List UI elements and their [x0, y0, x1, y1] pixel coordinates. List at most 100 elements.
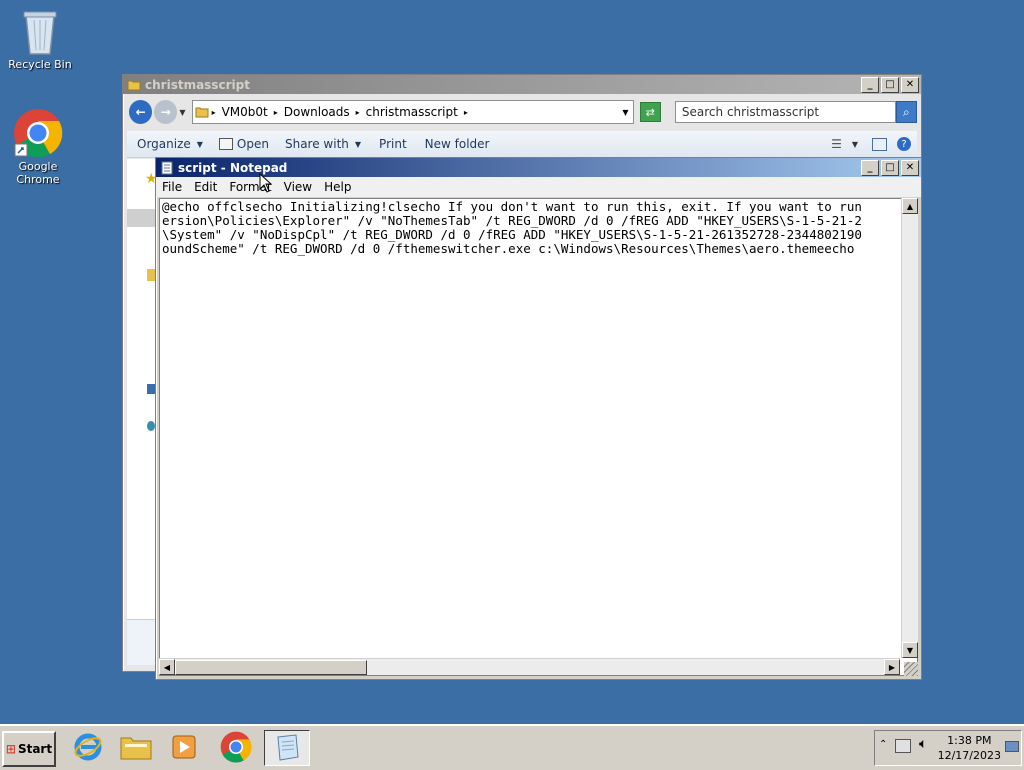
- forward-button[interactable]: →: [154, 100, 178, 124]
- windows-logo-icon: ⊞: [5, 742, 16, 756]
- help-icon[interactable]: ?: [897, 137, 911, 151]
- media-player-icon: [172, 735, 196, 759]
- close-button[interactable]: ✕: [901, 76, 919, 93]
- notepad-icon: [161, 161, 173, 174]
- new-folder-label: New folder: [424, 137, 490, 151]
- scroll-up-button[interactable]: ▲: [902, 198, 918, 214]
- command-bar: Organize ▼ Open Share with ▼ Print New f…: [127, 131, 917, 158]
- breadcrumb-christmasscript[interactable]: christmasscript: [366, 105, 458, 119]
- share-with-label: Share with: [284, 137, 349, 151]
- chrome-icon: [14, 109, 63, 158]
- folder-icon: [195, 107, 209, 118]
- view-options-icon[interactable]: ☰: [831, 137, 842, 151]
- mouse-cursor-icon: [259, 173, 273, 193]
- print-button[interactable]: Print: [379, 137, 407, 151]
- history-dropdown-icon[interactable]: ▼: [179, 108, 185, 117]
- minimize-button[interactable]: _: [861, 159, 879, 176]
- notepad-window[interactable]: script - Notepad _ □ ✕ File Edit Format …: [155, 157, 922, 680]
- close-button[interactable]: ✕: [901, 159, 919, 176]
- search-placeholder: Search christmasscript: [681, 105, 820, 119]
- chevron-right-icon: ▸: [355, 107, 360, 117]
- back-button[interactable]: ←: [129, 100, 153, 124]
- address-bar: ← → ▼ ▸ VM0b0t ▸ Downloads ▸ christmassc…: [127, 95, 917, 129]
- scroll-down-button[interactable]: ▼: [902, 642, 918, 658]
- editor-line: oundScheme" /t REG_DWORD /d 0 /fthemeswi…: [162, 241, 855, 256]
- navigation-pane: ★: [127, 159, 158, 665]
- taskbar-file-explorer[interactable]: [114, 730, 158, 764]
- recycle-bin-desktop-icon[interactable]: Recycle Bin: [0, 6, 80, 71]
- system-tray: ⌃ 🔈︎ 1:38 PM 12/17/2023: [874, 730, 1022, 766]
- horizontal-scroll-thumb[interactable]: [175, 660, 367, 675]
- back-arrow-icon: ←: [135, 105, 146, 119]
- open-icon: [218, 138, 233, 150]
- minimize-button[interactable]: _: [861, 76, 879, 93]
- taskbar-internet-explorer[interactable]: [66, 730, 110, 764]
- network-icon[interactable]: [895, 739, 911, 753]
- taskbar: ⊞ Start ⌃ 🔈︎ 1:38 PM 12/17/2023: [0, 724, 1024, 770]
- search-input[interactable]: Search christmasscript: [674, 101, 896, 123]
- editor-line: \System" /v "NoDispCpl" /t REG_DWORD /d …: [162, 227, 862, 242]
- menu-file[interactable]: File: [156, 180, 188, 194]
- chrome-desktop-icon[interactable]: Google Chrome: [0, 108, 78, 186]
- taskbar-notepad[interactable]: [264, 730, 310, 766]
- open-button[interactable]: Open: [218, 137, 269, 151]
- breadcrumb-vm0b0t[interactable]: VM0b0t: [222, 105, 268, 119]
- forward-arrow-icon: →: [160, 105, 171, 119]
- editor-line: ersion\Policies\Explorer" /v "NoThemesTa…: [162, 213, 862, 228]
- chevron-down-icon[interactable]: ▼: [622, 108, 628, 117]
- chevron-down-icon: ▼: [196, 139, 203, 149]
- preview-pane-icon[interactable]: [872, 137, 887, 151]
- selected-nav-item[interactable]: [127, 209, 157, 227]
- chevron-right-icon: ▸: [463, 107, 468, 117]
- search-button[interactable]: ⌕: [895, 101, 917, 123]
- breadcrumb[interactable]: ▸ VM0b0t ▸ Downloads ▸ christmasscript ▸…: [191, 100, 634, 124]
- show-desktop-icon[interactable]: [1005, 741, 1019, 752]
- chevron-right-icon: ▸: [211, 107, 216, 117]
- clock[interactable]: 1:38 PM 12/17/2023: [938, 733, 1001, 763]
- resize-grip[interactable]: [904, 662, 918, 676]
- computer-icon: [147, 384, 155, 394]
- explorer-titlebar[interactable]: christmasscript _ □ ✕: [123, 75, 921, 94]
- share-with-button[interactable]: Share with ▼: [285, 137, 361, 151]
- start-button[interactable]: ⊞ Start: [2, 731, 56, 767]
- maximize-button[interactable]: □: [881, 159, 899, 176]
- menu-help[interactable]: Help: [318, 180, 357, 194]
- library-icon: [147, 269, 155, 281]
- show-hidden-icons-icon[interactable]: ⌃: [879, 739, 887, 750]
- horizontal-scrollbar[interactable]: ◀ ▶: [159, 658, 900, 675]
- clock-date: 12/17/2023: [937, 749, 1001, 762]
- refresh-button[interactable]: ⇄: [639, 102, 661, 122]
- recycle-bin-icon: [23, 11, 57, 55]
- menu-edit[interactable]: Edit: [188, 180, 223, 194]
- scroll-left-button[interactable]: ◀: [159, 659, 175, 675]
- maximize-button[interactable]: □: [881, 76, 899, 93]
- network-icon: [147, 421, 155, 431]
- taskbar-media-player[interactable]: [162, 730, 206, 764]
- editor-line: @echo offclsecho Initializing!clsecho If…: [162, 199, 862, 214]
- refresh-icon: ⇄: [645, 105, 655, 119]
- internet-explorer-icon: [74, 733, 102, 761]
- menu-view[interactable]: View: [278, 180, 318, 194]
- breadcrumb-downloads[interactable]: Downloads: [284, 105, 350, 119]
- chrome-icon: [220, 731, 252, 763]
- open-label: Open: [236, 137, 269, 151]
- taskbar-chrome[interactable]: [214, 730, 258, 764]
- new-folder-button[interactable]: New folder: [425, 137, 490, 151]
- folder-icon: [120, 737, 152, 760]
- text-editor[interactable]: @echo offclsecho Initializing!clsecho If…: [159, 198, 918, 676]
- volume-icon[interactable]: 🔈︎: [919, 736, 927, 752]
- notepad-icon: [277, 734, 299, 761]
- start-label: Start: [17, 742, 53, 756]
- clock-time: 1:38 PM: [947, 734, 992, 747]
- vertical-scrollbar[interactable]: ▲ ▼: [901, 198, 918, 658]
- chrome-label: Google Chrome: [16, 160, 60, 186]
- organize-button[interactable]: Organize ▼: [137, 137, 203, 151]
- chevron-down-icon[interactable]: ▼: [852, 140, 858, 149]
- chevron-right-icon: ▸: [273, 107, 278, 117]
- explorer-title: christmasscript: [145, 77, 250, 92]
- folder-icon: [127, 80, 141, 90]
- details-pane: [127, 619, 157, 665]
- scroll-right-button[interactable]: ▶: [884, 659, 900, 675]
- organize-label: Organize: [137, 137, 191, 151]
- chevron-down-icon: ▼: [354, 139, 362, 149]
